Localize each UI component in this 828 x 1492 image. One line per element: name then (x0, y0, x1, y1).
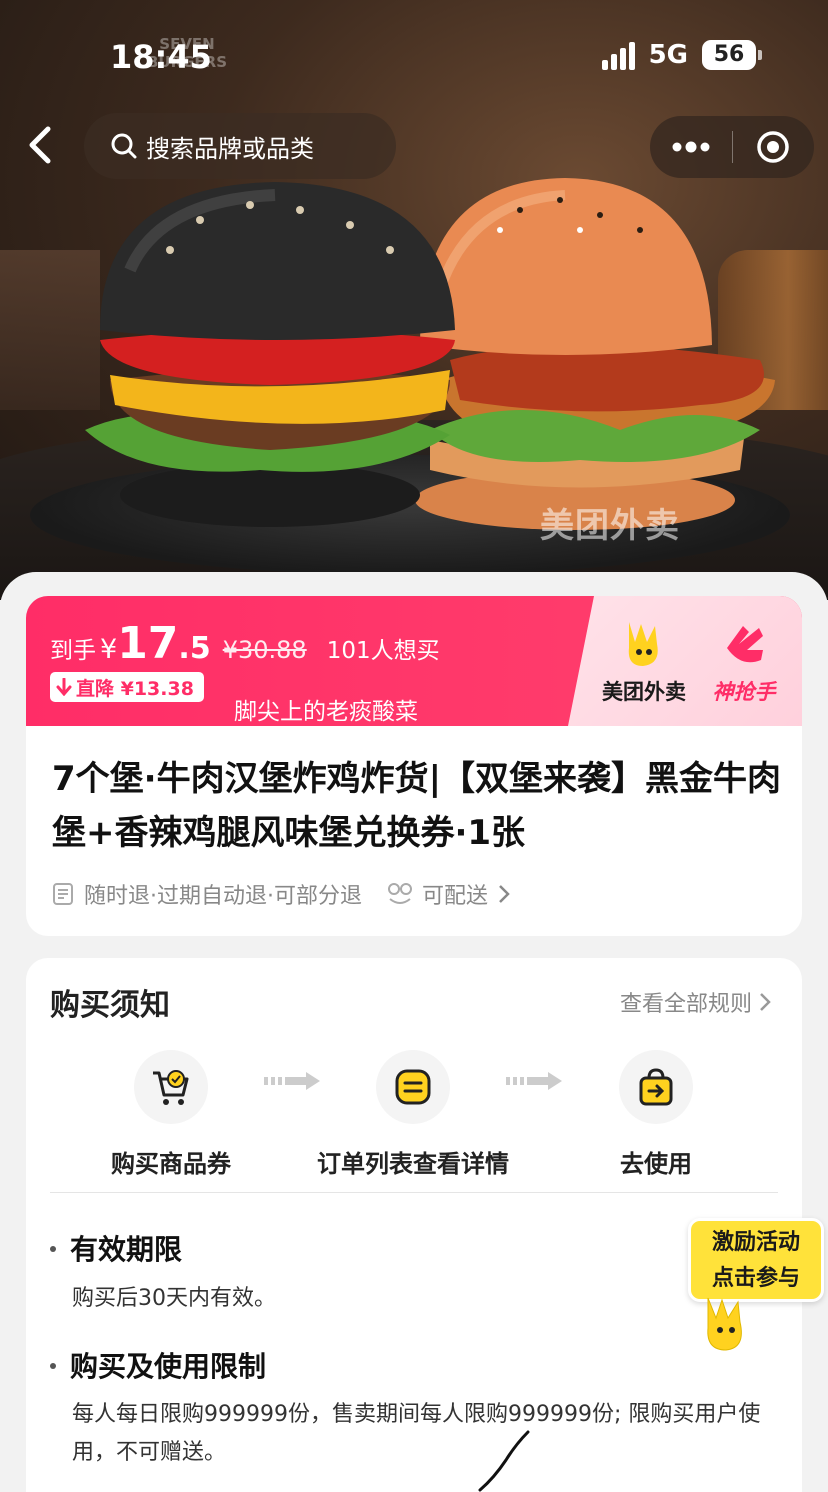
shop-name: 脚尖上的老痰酸菜 (234, 699, 418, 725)
network-type: 5G (648, 40, 688, 70)
product-info-card: 7个堡·牛肉汉堡炸鸡炸货|【双堡来袭】黑金牛肉堡+香辣鸡腿风味堡兑换券·1张 随… (26, 726, 802, 936)
use-bag-icon (639, 1068, 673, 1106)
notice-title: 购买须知 (50, 988, 170, 1023)
promo-tag: 激励活动 点击参与 (688, 1218, 824, 1302)
price-line: 到手 ¥ 17 .5 ¥30.88 101人想买 (50, 618, 440, 669)
product-hero-image[interactable]: SEVEN BURGERS 美团外卖 (0, 0, 828, 600)
delivery-available[interactable]: 可配送 (422, 878, 488, 910)
validity-body: 购买后30天内有效。 (72, 1286, 276, 1311)
promo-line1: 激励活动 (711, 1230, 800, 1255)
status-indicators: 5G 56 (601, 40, 762, 70)
kangaroo-mascot-icon (628, 622, 658, 666)
meituan-brand: 美团外卖 (594, 620, 694, 706)
original-price: ¥30.88 (222, 636, 307, 664)
target-circle-icon (757, 131, 789, 163)
purchase-notice-card: 购买须知 查看全部规则 购买商品券 订单列表查看详情 去使用 有效期限 购买后3… (26, 958, 802, 1492)
back-button[interactable] (18, 122, 64, 168)
close-miniprogram-button[interactable] (733, 116, 815, 178)
limits-title: 购买及使用限制 (70, 1350, 267, 1383)
step-view-order: 订单列表查看详情 (303, 1050, 523, 1179)
battery-icon: 56 (702, 40, 762, 70)
step-label: 去使用 (620, 1150, 692, 1178)
incentive-activity-float[interactable]: 激励活动 点击参与 (688, 1218, 824, 1354)
shenqiangshou-brand-text: 神抢手 (712, 680, 776, 704)
price-banner: 到手 ¥ 17 .5 ¥30.88 101人想买 直降 ¥13.38 脚尖上的老… (26, 596, 802, 736)
shenqiangshou-brand: 神抢手 (698, 620, 790, 706)
step-icon-wrap (376, 1050, 450, 1124)
currency-symbol: ¥ (100, 634, 118, 665)
cart-icon (153, 1070, 189, 1105)
chevron-right-icon (760, 993, 771, 1011)
search-input[interactable]: 搜索品牌或品类 (84, 113, 396, 179)
product-title: 7个堡·牛肉汉堡炸鸡炸货|【双堡来袭】黑金牛肉堡+香辣鸡腿风味堡兑换券·1张 (52, 759, 781, 853)
refund-policy: 随时退·过期自动退·可部分退 (84, 884, 362, 909)
step-icon-wrap (619, 1050, 693, 1124)
signal-icon (601, 40, 635, 70)
promo-line2: 点击参与 (711, 1266, 800, 1291)
want-count: 101人想买 (326, 638, 440, 664)
miniprogram-capsule (650, 116, 814, 178)
more-dots-icon (672, 141, 710, 153)
bullet-dot (50, 1246, 56, 1252)
burgers-illustration (85, 178, 775, 530)
document-icon (53, 883, 73, 905)
status-time: 18:45 (110, 38, 212, 76)
pen-scribble-mark (478, 1430, 530, 1492)
view-all-rules-link[interactable]: 查看全部规则 (620, 986, 774, 1018)
step-go-use: 去使用 (546, 1050, 766, 1179)
validity-title: 有效期限 (70, 1233, 183, 1266)
section-divider (50, 1192, 778, 1193)
order-list-icon (395, 1069, 431, 1105)
meituan-watermark: 美团外卖 (540, 506, 680, 546)
step-label: 订单列表查看详情 (317, 1150, 509, 1178)
step-icon-wrap (134, 1050, 208, 1124)
spicy-chicken-burger (415, 178, 775, 530)
search-placeholder: 搜索品牌或品类 (146, 134, 314, 163)
step-label: 购买商品券 (111, 1150, 231, 1178)
black-beef-burger (85, 182, 455, 527)
price-integer: 17 (117, 618, 179, 669)
bullet-dot (50, 1363, 56, 1369)
final-price-label: 到手 (50, 638, 96, 664)
kangaroo-mascot-icon (707, 1297, 742, 1351)
step-buy-voucher: 购买商品券 (61, 1050, 281, 1179)
product-meta-row: 随时退·过期自动退·可部分退 可配送 (50, 878, 514, 910)
hand-grab-icon (727, 626, 763, 663)
price-decimal: .5 (178, 631, 211, 666)
more-button[interactable] (650, 116, 732, 178)
search-icon (111, 133, 137, 159)
chevron-left-icon (29, 126, 51, 164)
delivery-icon (388, 883, 412, 904)
rules-link-label: 查看全部规则 (619, 992, 752, 1017)
chevron-right-icon (499, 885, 510, 903)
limits-body: 每人每日限购999999份，售卖期间每人限购999999份; 限购买用户使用，不… (72, 1402, 761, 1465)
meituan-brand-text: 美团外卖 (602, 680, 686, 704)
